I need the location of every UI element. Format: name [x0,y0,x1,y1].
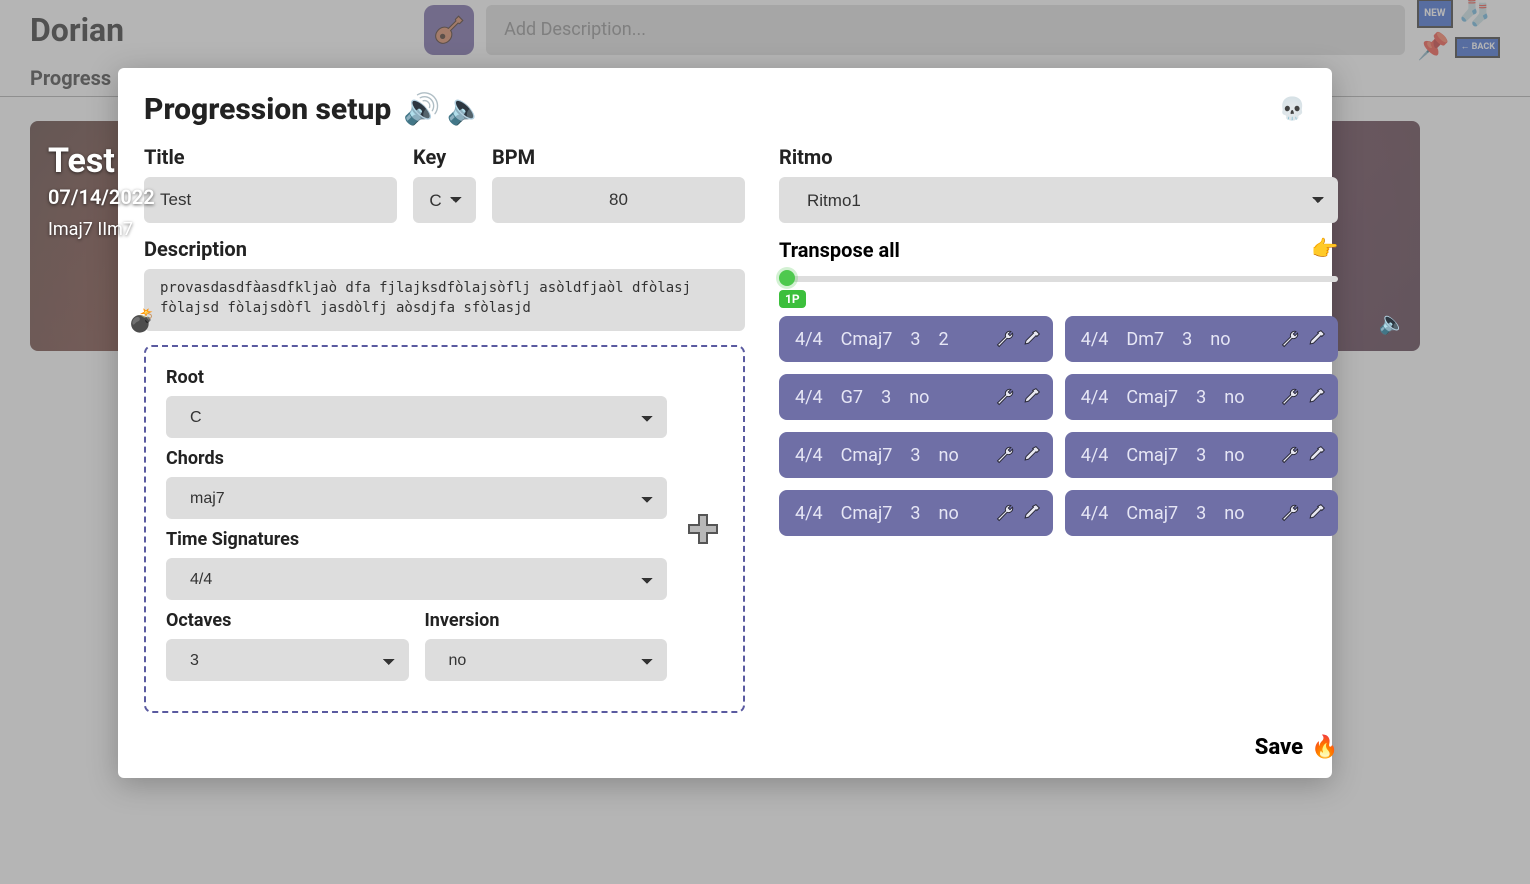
chords-select[interactable]: maj7 [166,477,667,519]
label-description: Description [144,237,745,261]
chord-chip[interactable]: 4/4 G7 3 no [779,374,1053,420]
chip-inversion: no [1210,329,1230,350]
wrench-icon[interactable] [995,387,1015,407]
eyedropper-icon[interactable] [1306,503,1326,523]
chip-inversion: no [909,387,929,408]
card-date: 07/14/2022 [30,185,1420,219]
wrench-icon[interactable] [1280,387,1300,407]
chip-octave: 3 [1196,445,1206,466]
chip-time-signature: 4/4 [795,387,823,408]
chip-octave: 3 [881,387,891,408]
chord-chips-grid: 4/4Cmaj7324/4Dm73no4/4G73no4/4Cmaj73no4/… [779,316,1338,536]
card-title: Test [30,121,1420,185]
eyedropper-icon[interactable] [1306,329,1326,349]
label-octaves: Octaves [166,610,409,631]
chip-inversion: no [939,503,959,524]
card-chords: Imaj7 IIm7 [30,219,1420,240]
chip-time-signature: 4/4 [1081,445,1109,466]
wrench-icon[interactable] [995,503,1015,523]
wrench-icon[interactable] [1280,445,1300,465]
chord-editor-panel: Root C Chords maj7 Time Signatures [144,345,745,713]
skull-icon[interactable]: 💀 [1279,97,1306,122]
description-textarea[interactable] [144,269,745,331]
transpose-slider[interactable]: 1P [779,268,1338,298]
eyedropper-icon[interactable] [1306,387,1326,407]
time-signature-select[interactable]: 4/4 [166,558,667,600]
chip-time-signature: 4/4 [1081,503,1109,524]
chip-octave: 3 [910,445,920,466]
eyedropper-icon[interactable] [1021,329,1041,349]
chip-time-signature: 4/4 [795,329,823,350]
chip-inversion: no [1224,387,1244,408]
wrench-icon[interactable] [995,445,1015,465]
chip-time-signature: 4/4 [795,503,823,524]
chip-octave: 3 [1196,387,1206,408]
inversion-select[interactable]: no [425,639,668,681]
chord-chip[interactable]: 4/4 Cmaj7 3 no [1065,374,1339,420]
label-root: Root [166,367,667,388]
chip-chord: Cmaj7 [841,329,893,350]
chip-chord: Dm7 [1126,329,1164,350]
chord-chip[interactable]: 4/4 Cmaj7 3 no [1065,432,1339,478]
fire-icon[interactable]: 🔥 [1311,735,1338,760]
label-chords: Chords [166,448,667,469]
chip-chord: Cmaj7 [1126,387,1178,408]
label-transpose-all: Transpose all [779,238,900,262]
chip-chord: Cmaj7 [841,503,893,524]
chip-octave: 3 [910,503,920,524]
chip-time-signature: 4/4 [1081,387,1109,408]
chord-chip[interactable]: 4/4 Cmaj7 32 [779,316,1053,362]
chip-octave: 3 [1182,329,1192,350]
chip-inversion: no [939,445,959,466]
chip-octave: 3 [1196,503,1206,524]
bomb-icon[interactable]: 💣 [128,309,155,334]
slider-track [783,276,1338,282]
chip-chord: Cmaj7 [1126,503,1178,524]
add-chord-button[interactable] [683,509,723,549]
chord-chip[interactable]: 4/4 Dm7 3 no [1065,316,1339,362]
eyedropper-icon[interactable] [1021,445,1041,465]
save-button[interactable]: Save [1255,735,1303,760]
slider-thumb[interactable] [779,270,795,286]
chord-chip[interactable]: 4/4 Cmaj7 3 no [1065,490,1339,536]
point-right-icon[interactable]: 👉 [1311,237,1338,262]
chip-inversion: no [1224,445,1244,466]
chip-chord: G7 [841,387,863,408]
chip-time-signature: 4/4 [795,445,823,466]
chip-octave: 3 [910,329,920,350]
chord-chip[interactable]: 4/4 Cmaj7 3 no [779,490,1053,536]
chip-time-signature: 4/4 [1081,329,1109,350]
root-select[interactable]: C [166,396,667,438]
chip-inversion: 2 [939,329,949,350]
speaker-muted-icon[interactable]: 🔈 [1379,311,1406,336]
chip-chord: Cmaj7 [841,445,893,466]
wrench-icon[interactable] [1280,329,1300,349]
label-inversion: Inversion [425,610,668,631]
label-time-signatures: Time Signatures [166,529,667,550]
eyedropper-icon[interactable] [1021,387,1041,407]
wrench-icon[interactable] [995,329,1015,349]
octaves-select[interactable]: 3 [166,639,409,681]
chord-chip[interactable]: 4/4 Cmaj7 3 no [779,432,1053,478]
chip-inversion: no [1224,503,1244,524]
chip-chord: Cmaj7 [1126,445,1178,466]
eyedropper-icon[interactable] [1021,503,1041,523]
wrench-icon[interactable] [1280,503,1300,523]
slider-value-badge: 1P [779,290,806,308]
eyedropper-icon[interactable] [1306,445,1326,465]
